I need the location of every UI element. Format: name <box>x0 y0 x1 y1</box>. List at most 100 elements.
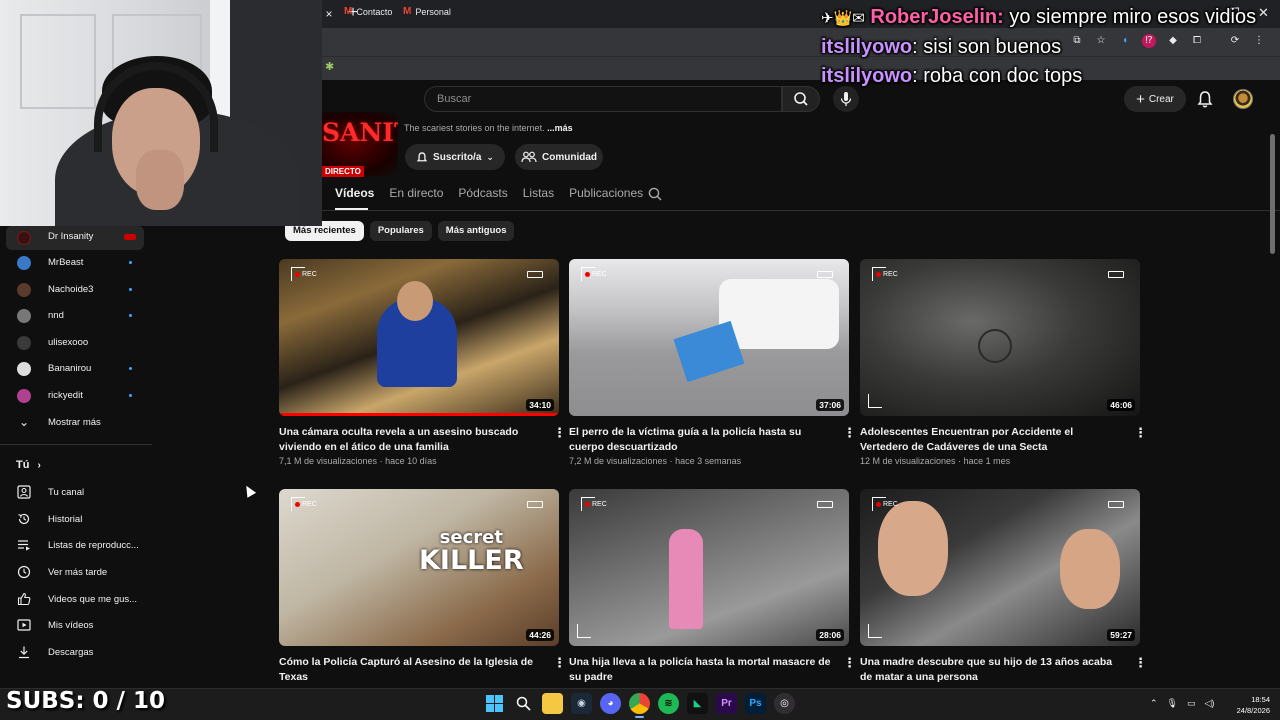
tab-videos[interactable]: Vídeos <box>335 186 374 200</box>
camera-frame-corner <box>868 624 882 638</box>
search-button[interactable] <box>782 86 820 112</box>
windows-icon[interactable] <box>484 693 505 714</box>
subscribed-button[interactable]: Suscrito/a ⌄ <box>405 144 505 170</box>
bell-icon <box>1197 91 1213 108</box>
video-thumbnail[interactable]: REC 46:06 <box>860 259 1140 416</box>
new-content-dot <box>129 314 132 317</box>
video-card[interactable]: REC 46:06 Adolescentes Encuentran por Ac… <box>860 259 1147 466</box>
more-options-icon[interactable]: ⋮ <box>553 425 566 441</box>
community-button[interactable]: Comunidad <box>515 144 603 170</box>
sidebar-item-label: Historial <box>48 514 83 525</box>
person-icon <box>17 485 31 499</box>
more-options-icon[interactable]: ⋮ <box>1134 655 1147 671</box>
thumbnail-overlay-text: secret KILLER <box>419 529 524 576</box>
bookmark-label: Contacto <box>356 6 393 17</box>
search-icon[interactable] <box>513 693 534 714</box>
file-explorer-icon[interactable] <box>542 693 563 714</box>
windows-taskbar: ◉ ◕ ≋ ◣ Pr Ps ◎ ⌃ 🎙 ▭ ◁) 18:54 24/8/2026 <box>0 688 1280 720</box>
more-options-icon[interactable]: ⋮ <box>553 655 566 671</box>
chevron-up-icon[interactable]: ⌃ <box>1150 698 1158 709</box>
obs-icon[interactable]: ◎ <box>774 693 795 714</box>
sidebar-divider <box>0 444 152 445</box>
notifications-button[interactable] <box>1196 89 1214 109</box>
microphone-icon[interactable]: 🎙 <box>1167 698 1178 709</box>
more-options-icon[interactable]: ⋮ <box>843 425 856 441</box>
chat-username: itslilyowo <box>821 36 913 58</box>
chip-popular[interactable]: Populares <box>369 221 432 241</box>
chat-username: RoberJoselin <box>870 6 998 28</box>
bookmark-contacto[interactable]: M Contacto <box>344 6 392 17</box>
network-icon[interactable]: ▭ <box>1187 698 1196 709</box>
video-views: 12 M de visualizaciones <box>860 456 956 466</box>
taskbar-apps: ◉ ◕ ≋ ◣ Pr Ps ◎ <box>484 693 795 718</box>
photoshop-icon[interactable]: Ps <box>745 693 766 714</box>
video-title[interactable]: Una hija lleva a la policía hasta la mor… <box>569 655 831 684</box>
video-title[interactable]: El perro de la víctima guía a la policía… <box>569 425 831 454</box>
capcut-icon[interactable]: ◣ <box>687 693 708 714</box>
spotify-icon[interactable]: ≋ <box>658 693 679 714</box>
steam-icon[interactable]: ◉ <box>571 693 592 714</box>
bookmark-app-icon[interactable]: ✱ <box>325 60 334 73</box>
close-tab-icon[interactable]: × <box>322 5 336 23</box>
tab-podcasts[interactable]: Pódcasts <box>458 186 507 200</box>
new-content-dot <box>129 288 132 291</box>
video-title[interactable]: Una cámara oculta revela a un asesino bu… <box>279 425 541 454</box>
thumbnail-overlay-word: KILLER <box>419 545 524 576</box>
video-age: hace 1 mes <box>963 456 1011 466</box>
discord-icon[interactable]: ◕ <box>600 693 621 714</box>
sidebar-item-label: Bananirou <box>48 363 92 374</box>
search-input[interactable]: Buscar <box>424 86 782 112</box>
tab-playlists[interactable]: Listas <box>523 186 554 200</box>
people-icon <box>521 151 537 163</box>
video-icon <box>17 618 31 632</box>
video-card[interactable]: REC 37:06 El perro de la víctima guía a … <box>569 259 856 466</box>
more-options-icon[interactable]: ⋮ <box>843 655 856 671</box>
new-content-dot <box>129 394 132 397</box>
video-thumbnail[interactable]: REC 34:10 <box>279 259 559 416</box>
chat-text: yo siempre miro esos vidios <box>1009 6 1257 28</box>
account-avatar[interactable] <box>1233 89 1253 109</box>
video-thumbnail[interactable]: REC 59:27 <box>860 489 1140 646</box>
camera-frame-corner <box>868 394 882 408</box>
video-duration: 59:27 <box>1107 629 1135 641</box>
taskbar-clock[interactable]: 18:54 24/8/2026 <box>1228 694 1270 716</box>
battery-icon <box>1108 271 1124 278</box>
video-card[interactable]: REC 34:10 Una cámara oculta revela a un … <box>279 259 566 466</box>
tab-posts[interactable]: Publicaciones <box>569 186 643 200</box>
video-card[interactable]: REC secret KILLER 44:26 Cómo la Policía … <box>279 489 566 684</box>
chat-message: itslilyowo: sisi son buenos <box>821 36 1062 58</box>
tab-live[interactable]: En directo <box>389 186 443 200</box>
video-card[interactable]: REC 59:27 Una madre descubre que su hijo… <box>860 489 1147 684</box>
video-title[interactable]: Adolescentes Encuentran por Accidente el… <box>860 425 1122 454</box>
download-icon <box>17 645 31 659</box>
meta-separator: · <box>669 456 673 466</box>
chrome-icon[interactable] <box>629 693 650 718</box>
rec-indicator: REC <box>295 501 317 508</box>
video-card[interactable]: REC 28:06 Una hija lleva a la policía ha… <box>569 489 856 684</box>
chip-oldest[interactable]: Más antiguos <box>437 221 515 241</box>
more-link[interactable]: ...más <box>547 123 573 133</box>
meta-separator: · <box>379 456 383 466</box>
bookmark-personal[interactable]: M Personal <box>403 6 451 17</box>
thumbnail-figure <box>673 320 745 383</box>
video-thumbnail[interactable]: REC 28:06 <box>569 489 849 646</box>
page-scrollbar[interactable] <box>1270 134 1275 254</box>
channel-search-button[interactable] <box>647 186 663 202</box>
webcam-background <box>20 14 96 109</box>
video-title[interactable]: Una madre descubre que su hijo de 13 año… <box>860 655 1122 684</box>
video-thumbnail[interactable]: REC 37:06 <box>569 259 849 416</box>
video-duration: 28:06 <box>816 629 844 641</box>
channel-avatar <box>17 309 31 323</box>
webcam-overlay <box>0 0 322 226</box>
video-thumbnail[interactable]: REC secret KILLER 44:26 <box>279 489 559 646</box>
volume-icon[interactable]: ◁) <box>1205 698 1215 709</box>
tabs-divider <box>322 210 1280 211</box>
video-duration: 46:06 <box>1107 399 1135 411</box>
more-options-icon[interactable]: ⋮ <box>1134 425 1147 441</box>
channel-avatar <box>17 389 31 403</box>
chat-username: itslilyowo <box>821 65 913 87</box>
sidebar-section-you[interactable]: Tú › <box>16 459 41 471</box>
video-title[interactable]: Cómo la Policía Capturó al Asesino de la… <box>279 655 541 684</box>
sidebar-item-label: Mis vídeos <box>48 620 94 631</box>
premiere-icon[interactable]: Pr <box>716 693 737 714</box>
